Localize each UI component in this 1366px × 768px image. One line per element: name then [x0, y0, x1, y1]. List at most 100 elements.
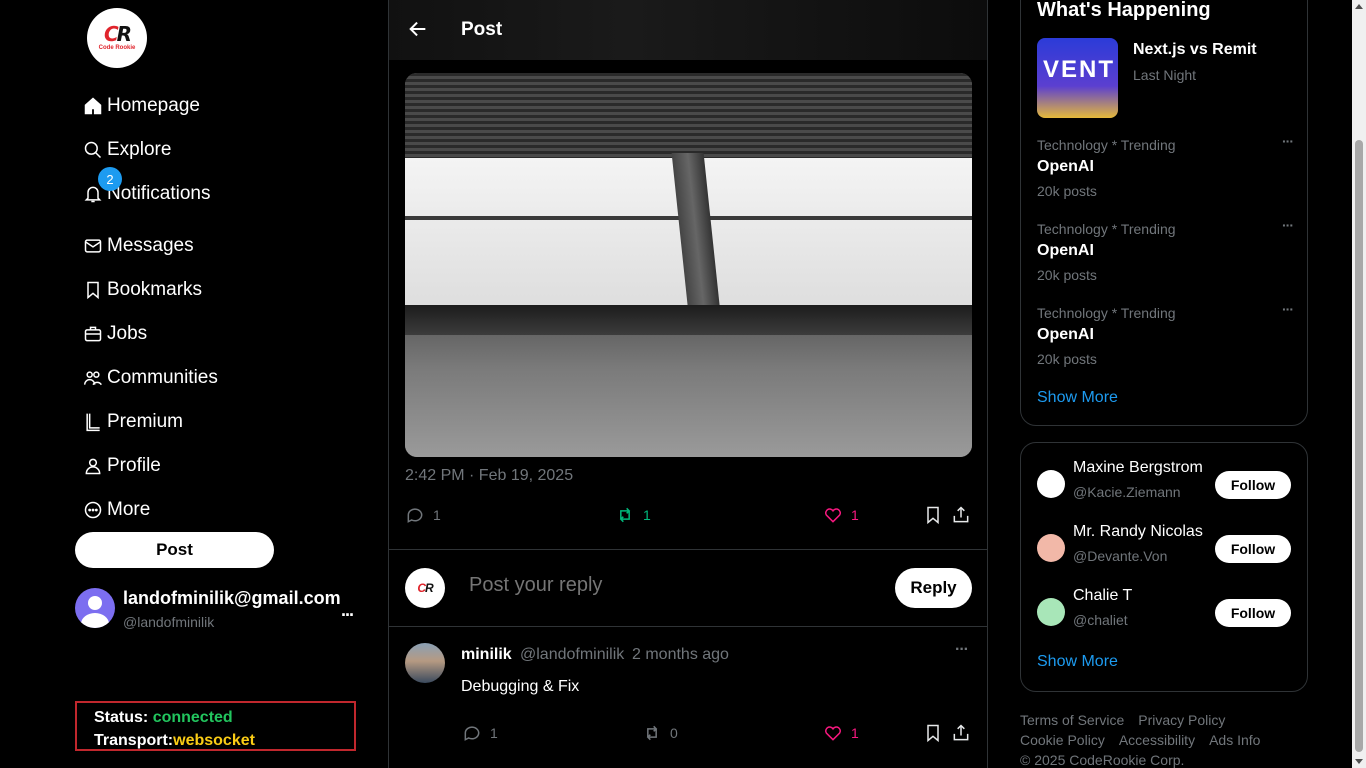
post-header: Post: [389, 0, 987, 60]
footer-link[interactable]: Accessibility: [1119, 732, 1195, 748]
users-icon: [83, 371, 102, 386]
follow-button[interactable]: Follow: [1215, 535, 1291, 563]
main-column: Post 2:42 PM · Feb 19, 2025 1 1 1 C R Po…: [388, 0, 988, 768]
trend-item[interactable]: Technology * Trending OpenAI 20k posts ·…: [1037, 301, 1294, 375]
avatar: [1037, 534, 1065, 562]
bookmark-icon: [87, 281, 99, 300]
back-arrow-icon[interactable]: [407, 18, 429, 40]
notifications-badge: 2: [98, 167, 122, 191]
page-title: Post: [461, 19, 503, 40]
search-icon: [84, 141, 102, 159]
reply-icon: [407, 508, 423, 523]
avatar: [405, 643, 445, 683]
comment-text: Debugging & Fix: [461, 678, 580, 695]
share-action[interactable]: [951, 723, 979, 743]
bookmark-icon: [927, 724, 939, 743]
share-icon: [953, 724, 969, 741]
who-to-follow-card: Maxine Bergstrom @Kacie.Ziemann Follow M…: [1020, 442, 1308, 692]
footer-link[interactable]: Ads Info: [1209, 732, 1260, 748]
trend-more-icon[interactable]: ···: [1282, 133, 1294, 149]
reply-action[interactable]: 1: [405, 505, 441, 525]
bookmark-icon: [927, 506, 939, 525]
avatar: [75, 588, 115, 628]
like-action[interactable]: 1: [823, 723, 859, 743]
mail-icon: [84, 239, 102, 253]
repost-action[interactable]: 0: [642, 723, 678, 743]
like-action[interactable]: 1: [823, 505, 859, 525]
account-more-icon[interactable]: ...: [341, 600, 354, 621]
scrollbar[interactable]: [1352, 0, 1366, 768]
app-logo[interactable]: CR Code Rookie: [87, 8, 147, 68]
comment-more-icon[interactable]: ···: [955, 641, 969, 659]
comment-author[interactable]: minilik: [461, 646, 512, 664]
footer-link[interactable]: Cookie Policy: [1020, 732, 1105, 748]
nav-item-premium[interactable]: Premium: [83, 407, 183, 437]
follow-button[interactable]: Follow: [1215, 599, 1291, 627]
section-title: What's Happening: [1037, 0, 1211, 21]
status-value: connected: [152, 709, 233, 726]
event-subtitle: Last Night: [1133, 67, 1197, 83]
avatar: [1037, 598, 1065, 626]
scrollbar-thumb[interactable]: [1355, 140, 1363, 752]
post-button[interactable]: Post: [75, 532, 274, 568]
account-handle: @landofminilik: [123, 614, 215, 630]
scroll-up-icon[interactable]: [1355, 4, 1363, 9]
user-icon: [85, 458, 101, 475]
account-email: landofminilik@gmail.com: [123, 588, 341, 608]
footer-link[interactable]: Privacy Policy: [1138, 712, 1225, 728]
account-switcher[interactable]: landofminilik@gmail.com @landofminilik .…: [75, 586, 365, 630]
connection-status: Status: connected Transport:websocket: [75, 701, 356, 751]
reply-action[interactable]: 1: [462, 723, 498, 743]
footer-link[interactable]: Terms of Service: [1020, 712, 1124, 728]
nav-item-explore[interactable]: Explore: [83, 135, 171, 165]
post-image[interactable]: [405, 73, 972, 457]
reply-input[interactable]: [469, 574, 849, 597]
show-more-link[interactable]: Show More: [1037, 389, 1118, 407]
copyright: © 2025 CodeRookie Corp.: [1020, 752, 1185, 768]
comment-time: 2 months ago: [632, 646, 729, 663]
more-circle-icon: [84, 501, 102, 519]
footer-links: Terms of Service Privacy Policy Cookie Po…: [1020, 710, 1320, 768]
nav-item-homepage[interactable]: Homepage: [83, 91, 200, 121]
bell-icon: [84, 186, 102, 203]
avatar: [1037, 470, 1065, 498]
post-timestamp: 2:42 PM · Feb 19, 2025: [405, 467, 574, 484]
heart-icon: [825, 508, 841, 523]
trend-more-icon[interactable]: ···: [1282, 301, 1294, 317]
nav-item-profile[interactable]: Profile: [83, 451, 161, 481]
nav-item-jobs[interactable]: Jobs: [83, 319, 147, 349]
share-icon: [953, 506, 969, 523]
trend-item[interactable]: Technology * Trending OpenAI 20k posts ·…: [1037, 217, 1294, 291]
trend-item[interactable]: Technology * Trending OpenAI 20k posts ·…: [1037, 133, 1294, 207]
nav-item-communities[interactable]: Communities: [83, 363, 218, 393]
home-icon: [84, 97, 102, 115]
scroll-down-icon[interactable]: [1355, 759, 1363, 764]
briefcase-icon: [84, 326, 102, 342]
comment-actions: 1 0 1: [405, 723, 973, 747]
left-sidebar: CR Code Rookie Homepage Explore Notifica…: [0, 0, 388, 768]
bookmark-action[interactable]: [923, 723, 951, 743]
comment-item[interactable]: minilik @landofminilik 2 months ago ··· …: [389, 627, 987, 768]
nav-item-bookmarks[interactable]: Bookmarks: [83, 275, 202, 305]
repost-icon: [646, 725, 658, 741]
premium-icon: [86, 413, 100, 432]
follow-suggestion[interactable]: Maxine Bergstrom @Kacie.Ziemann Follow: [1037, 459, 1293, 509]
follow-button[interactable]: Follow: [1215, 471, 1291, 499]
post-actions: 1 1 1: [405, 505, 973, 529]
composer-avatar: CR: [405, 568, 445, 608]
repost-action[interactable]: 1: [615, 505, 651, 525]
right-sidebar: What's Happening VENT Next.js vs Remit L…: [1004, 0, 1350, 768]
follow-suggestion[interactable]: Mr. Randy Nicolas @Devante.Von Follow: [1037, 523, 1293, 573]
bookmark-action[interactable]: [923, 505, 951, 525]
show-more-link[interactable]: Show More: [1037, 653, 1118, 671]
nav-item-more[interactable]: More: [83, 495, 150, 525]
reply-button[interactable]: Reply: [895, 568, 972, 608]
event-image[interactable]: VENT: [1037, 38, 1118, 118]
follow-suggestion[interactable]: Chalie T @chaliet Follow: [1037, 587, 1293, 637]
share-action[interactable]: [951, 505, 979, 525]
nav-item-messages[interactable]: Messages: [83, 231, 194, 261]
trend-more-icon[interactable]: ···: [1282, 217, 1294, 233]
reply-composer: CR Reply: [389, 550, 987, 626]
event-title[interactable]: Next.js vs Remit: [1133, 41, 1257, 59]
transport-value: websocket: [173, 732, 255, 749]
